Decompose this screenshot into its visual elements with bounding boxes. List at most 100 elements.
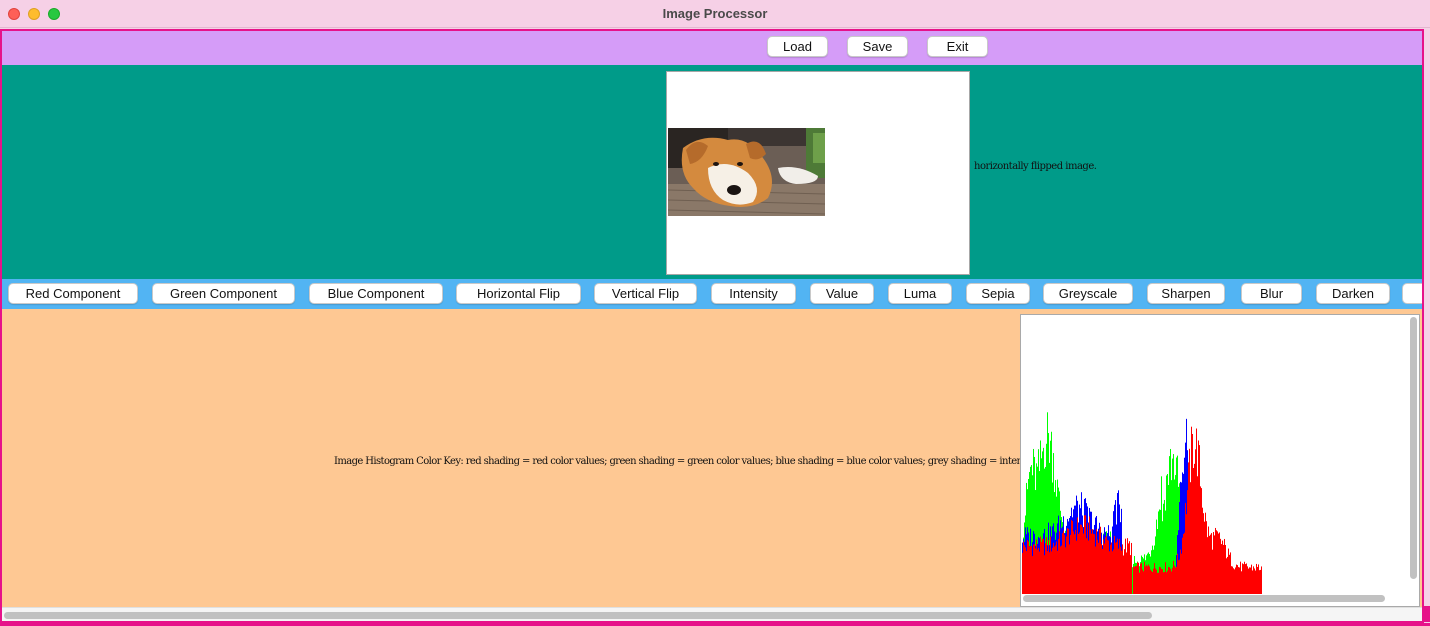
histogram-bar — [1141, 562, 1142, 594]
histogram-bar — [1255, 570, 1256, 594]
histogram-bar — [1196, 428, 1197, 594]
darken-button[interactable]: Darken — [1316, 283, 1390, 304]
histogram-bar — [1180, 549, 1181, 594]
histogram-vertical-scrollbar[interactable] — [1410, 317, 1417, 579]
truncated-operation-button[interactable] — [1402, 283, 1422, 304]
histogram-bar — [1071, 519, 1072, 594]
histogram-bar — [1025, 547, 1026, 594]
histogram-bar — [1176, 566, 1177, 594]
greyscale-button[interactable]: Greyscale — [1043, 283, 1133, 304]
histogram-scroll-pane[interactable] — [1020, 314, 1420, 607]
red-component-button[interactable]: Red Component — [8, 283, 138, 304]
histogram-bar — [1230, 552, 1231, 594]
sepia-button[interactable]: Sepia — [966, 283, 1030, 304]
histogram-bar — [1087, 523, 1088, 594]
histogram-bar — [1042, 538, 1043, 594]
histogram-bar — [1199, 445, 1200, 594]
histogram-bar — [1028, 541, 1029, 594]
histogram-bar — [1038, 547, 1039, 594]
histogram-bar — [1219, 532, 1220, 594]
histogram-bar — [1135, 565, 1136, 594]
histogram-bar — [1208, 526, 1209, 594]
histogram-bar — [1022, 552, 1023, 594]
blue-component-button[interactable]: Blue Component — [309, 283, 443, 304]
dog-photo — [668, 128, 825, 216]
window-scroll-thumb[interactable] — [4, 612, 1152, 619]
histogram-bar — [1171, 571, 1172, 594]
window-horizontal-scrollbar[interactable] — [2, 607, 1422, 621]
histogram-bar — [1260, 569, 1261, 594]
histogram-bar — [1243, 564, 1244, 594]
histogram-bar — [1223, 544, 1224, 594]
histogram-bar — [1030, 546, 1031, 594]
frame-accent — [1424, 606, 1430, 622]
title-bar[interactable]: Image Processor — [0, 0, 1430, 28]
histogram-bar — [1187, 490, 1188, 594]
histogram-bar — [1059, 531, 1060, 594]
histogram-bar — [1053, 542, 1054, 594]
histogram-bar — [1204, 521, 1205, 594]
exit-button[interactable]: Exit — [927, 36, 988, 57]
histogram-bar — [1125, 538, 1126, 594]
vertical-flip-button[interactable]: Vertical Flip — [594, 283, 697, 304]
histogram-bar — [1080, 524, 1081, 594]
histogram-bar — [1154, 563, 1155, 594]
histogram-bar — [1165, 562, 1166, 594]
histogram-bar — [1183, 533, 1184, 594]
histogram-bar — [1034, 544, 1035, 594]
histogram-bar — [1225, 544, 1226, 594]
blur-button[interactable]: Blur — [1241, 283, 1302, 304]
histogram-bar — [1072, 521, 1073, 594]
save-button[interactable]: Save — [847, 36, 908, 57]
horizontal-flip-button[interactable]: Horizontal Flip — [456, 283, 581, 304]
intensity-button[interactable]: Intensity — [711, 283, 796, 304]
histogram-bar — [1140, 563, 1141, 594]
histogram-bar — [1158, 572, 1159, 594]
histogram-bar — [1127, 538, 1128, 594]
sharpen-button[interactable]: Sharpen — [1147, 283, 1225, 304]
value-button[interactable]: Value — [810, 283, 874, 304]
histogram-bar — [1043, 538, 1044, 594]
histogram-bar — [1089, 516, 1090, 594]
histogram-bar — [1205, 512, 1206, 594]
histogram-bar — [1233, 568, 1234, 594]
histogram-bar — [1126, 552, 1127, 594]
histogram-bar — [1220, 538, 1221, 594]
green-component-button[interactable]: Green Component — [152, 283, 295, 304]
histogram-horizontal-scrollbar[interactable] — [1023, 595, 1385, 602]
histogram-bar — [1232, 566, 1233, 594]
luma-button[interactable]: Luma — [888, 283, 952, 304]
histogram-bar — [1174, 565, 1175, 594]
histogram-bar — [1209, 535, 1210, 594]
app-window: Image Processor Load Save Exit horizonta… — [0, 0, 1430, 626]
histogram-bar — [1108, 540, 1109, 594]
histogram-bar — [1109, 551, 1110, 594]
histogram-bar — [1228, 548, 1229, 594]
load-button[interactable]: Load — [767, 36, 828, 57]
histogram-bar — [1162, 569, 1163, 594]
histogram-bar — [1160, 567, 1161, 594]
histogram-bar — [1229, 554, 1230, 594]
histogram-bar — [1073, 531, 1074, 594]
histogram-bar — [1237, 565, 1238, 594]
histogram-bar — [1242, 563, 1243, 594]
histogram-bar — [1167, 570, 1168, 594]
histogram-bar — [1117, 538, 1118, 594]
histogram-bar — [1248, 568, 1249, 594]
histogram-bar — [1118, 548, 1119, 594]
histogram-bar — [1112, 551, 1113, 594]
histogram-bar — [1085, 515, 1086, 594]
main-frame: Load Save Exit horizontally flipped imag… — [0, 29, 1424, 623]
histogram-bar — [1197, 476, 1198, 594]
histogram-bar — [1257, 566, 1258, 594]
histogram-bar — [1178, 560, 1179, 594]
histogram-bar — [1114, 536, 1115, 594]
histogram-bar — [1027, 540, 1028, 594]
histogram-bar — [1201, 488, 1202, 594]
histogram-bar — [1244, 561, 1245, 594]
histogram-bar — [1129, 541, 1130, 594]
histogram-bar — [1175, 567, 1176, 594]
histogram-bar — [1060, 546, 1061, 594]
histogram-bar — [1092, 529, 1093, 594]
histogram-bar — [1177, 553, 1178, 594]
